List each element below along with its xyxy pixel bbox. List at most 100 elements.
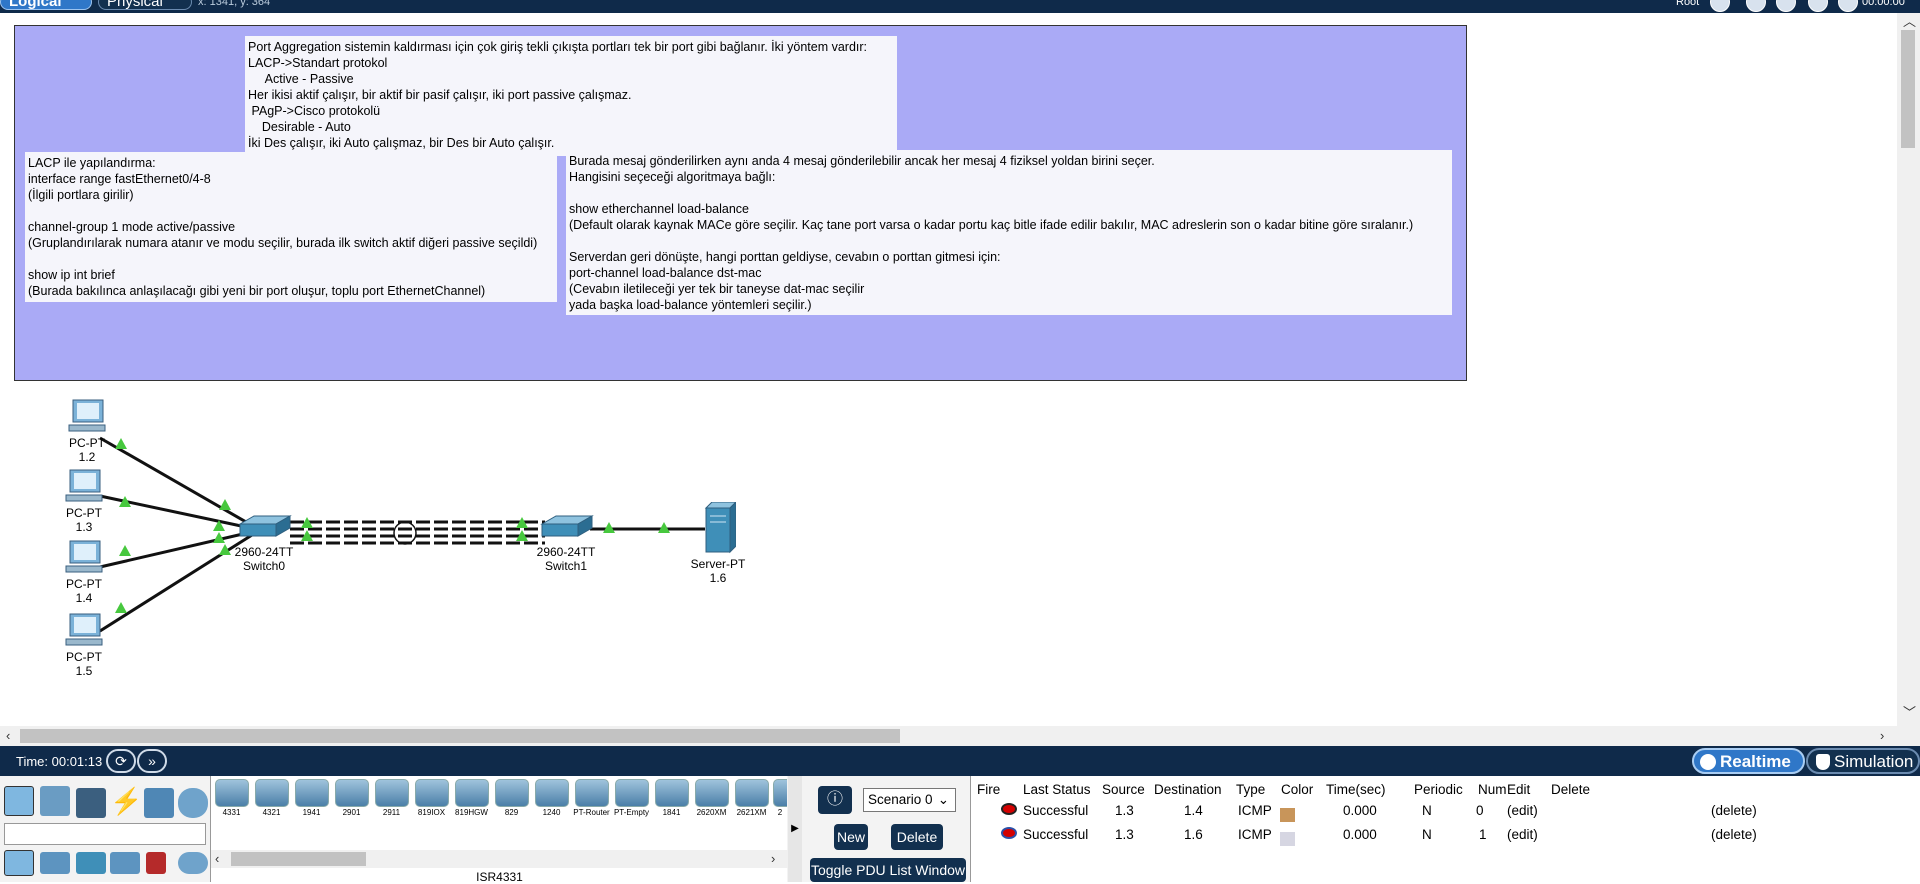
etherchannel-ring <box>393 521 417 545</box>
simulation-mode-button[interactable]: Simulation <box>1806 748 1920 774</box>
move-object-icon[interactable] <box>1776 0 1796 12</box>
tab-physical[interactable]: Physical <box>98 0 192 10</box>
horizontal-scrollbar[interactable]: ‹ › <box>0 726 1920 746</box>
model-item[interactable]: 2621XM <box>733 779 770 819</box>
pc-1-5[interactable]: PC-PT 1.5 <box>59 613 109 678</box>
row-type: ICMP <box>1238 803 1272 818</box>
row-delete-link[interactable]: (delete) <box>1711 827 1757 842</box>
tab-logical-label: Logical <box>9 0 62 10</box>
model-item[interactable]: 1941 <box>293 779 330 819</box>
wan-emulation-subcategory-icon[interactable] <box>178 852 208 874</box>
pc-1-2[interactable]: PC-PT 1.2 <box>62 399 112 464</box>
pc-1-4[interactable]: PC-PT 1.4 <box>59 540 109 605</box>
model-item[interactable]: 2620XM <box>693 779 730 819</box>
connections-category-icon[interactable]: ⚡ <box>110 786 142 816</box>
model-label: 2911 <box>382 808 401 817</box>
row-edit-link[interactable]: (edit) <box>1507 827 1538 842</box>
model-label: 4331 <box>222 808 241 817</box>
realtime-mode-button[interactable]: Realtime <box>1692 748 1805 774</box>
switch-icon <box>238 515 292 537</box>
bottom-panel: ⚡ 4331 4321 1941 2901 2911 819IOX 819HGW… <box>0 776 1920 884</box>
model-label: 829 <box>504 808 519 817</box>
new-scenario-button[interactable]: New <box>834 824 868 850</box>
device-search-input[interactable] <box>4 823 206 845</box>
device-label: 1.2 <box>78 450 96 464</box>
model-item[interactable]: 2 <box>773 779 787 819</box>
delete-scenario-button[interactable]: Delete <box>891 824 943 850</box>
model-item[interactable]: PT-Empty <box>613 779 650 819</box>
model-item[interactable]: 819HGW <box>453 779 490 819</box>
model-item[interactable]: 1240 <box>533 779 570 819</box>
fire-icon[interactable] <box>1001 827 1017 839</box>
time-bar: Time: 00:01:13 ⟳ » Realtime Simulation <box>0 746 1920 776</box>
server-1-6[interactable]: Server-PT 1.6 <box>686 500 750 585</box>
power-cycle-icon[interactable]: ⟳ <box>106 749 136 773</box>
row-destination: 1.6 <box>1184 827 1203 842</box>
model-item[interactable]: 2901 <box>333 779 370 819</box>
collapse-panel-icon[interactable]: ▶ <box>788 776 802 882</box>
set-tiled-background-icon[interactable] <box>1808 0 1828 12</box>
model-item[interactable]: 2911 <box>373 779 410 819</box>
row-edit-link[interactable]: (edit) <box>1507 803 1538 818</box>
row-destination: 1.4 <box>1184 803 1203 818</box>
toggle-pdu-list-button[interactable]: Toggle PDU List Window <box>810 858 966 882</box>
miscellaneous-category-icon[interactable] <box>144 788 174 818</box>
info-icon[interactable]: ⓘ <box>818 786 852 814</box>
vertical-scroll-thumb[interactable] <box>1901 30 1915 148</box>
model-list-scrollbar[interactable]: ‹ › <box>211 850 788 868</box>
scroll-down-icon[interactable]: ﹀ <box>1903 706 1916 720</box>
network-devices-category-icon[interactable] <box>4 786 34 816</box>
switch1[interactable]: 2960-24TT Switch1 <box>530 514 602 573</box>
row-color-swatch <box>1280 832 1295 846</box>
model-item[interactable]: 819IOX <box>413 779 450 819</box>
scenario-select[interactable]: Scenario 0 ⌄ <box>863 788 956 812</box>
vertical-scrollbar[interactable]: ︿ ﹀ <box>1897 13 1920 726</box>
routers-subcategory-icon[interactable] <box>4 850 34 876</box>
components-category-icon[interactable] <box>76 788 106 818</box>
top-toolbar: Logical Physical x: 1341, y: 364 Root 00… <box>0 0 1920 13</box>
scroll-up-icon[interactable]: ︿ <box>1903 15 1916 29</box>
row-status: Successful <box>1023 803 1089 818</box>
back-icon[interactable] <box>1710 0 1730 12</box>
wireless-subcategory-icon[interactable] <box>110 852 140 874</box>
security-subcategory-icon[interactable] <box>146 852 166 874</box>
realtime-label: Realtime <box>1720 752 1791 771</box>
fast-forward-icon[interactable]: » <box>137 749 167 773</box>
clock-label: 00:00:00 <box>1862 0 1905 8</box>
pc-icon <box>68 399 106 432</box>
device-type: PC-PT <box>66 577 102 591</box>
model-item[interactable]: 829 <box>493 779 530 819</box>
hubs-subcategory-icon[interactable] <box>76 852 106 874</box>
clock-icon <box>1700 754 1716 770</box>
horizontal-scroll-thumb[interactable] <box>20 729 900 743</box>
switches-subcategory-icon[interactable] <box>40 852 70 874</box>
model-item[interactable]: 4331 <box>213 779 250 819</box>
switch0[interactable]: 2960-24TT Switch0 <box>228 514 300 573</box>
model-item[interactable]: 1841 <box>653 779 690 819</box>
switch-icon <box>540 515 594 537</box>
device-label: Switch0 <box>242 559 286 573</box>
model-list-scroll-thumb[interactable] <box>231 852 366 866</box>
tab-logical[interactable]: Logical <box>0 0 92 10</box>
col-header-type: Type <box>1236 782 1266 797</box>
model-item[interactable]: 4321 <box>253 779 290 819</box>
multiuser-category-icon[interactable] <box>178 788 208 818</box>
scroll-left-icon[interactable]: ‹ <box>215 852 219 866</box>
row-time: 0.000 <box>1343 803 1377 818</box>
col-header-periodic: Periodic <box>1414 782 1463 797</box>
scroll-left-icon[interactable]: ‹ <box>6 729 10 743</box>
viewport-icon[interactable] <box>1838 0 1858 12</box>
logical-workspace[interactable]: Port Aggregation sistemin kaldırması içi… <box>0 13 1920 726</box>
end-devices-category-icon[interactable] <box>40 786 70 816</box>
pc-1-3[interactable]: PC-PT 1.3 <box>59 469 109 534</box>
model-label: PT-Router <box>573 808 610 817</box>
fire-icon[interactable] <box>1001 803 1017 815</box>
new-cluster-icon[interactable] <box>1746 0 1766 12</box>
scroll-right-icon[interactable]: › <box>771 852 775 866</box>
model-label: 2620XM <box>696 808 727 817</box>
model-item[interactable]: PT-Router <box>573 779 610 819</box>
scroll-right-icon[interactable]: › <box>1880 729 1884 743</box>
row-delete-link[interactable]: (delete) <box>1711 803 1757 818</box>
model-label: 819HGW <box>455 808 488 817</box>
root-label[interactable]: Root <box>1676 0 1699 8</box>
